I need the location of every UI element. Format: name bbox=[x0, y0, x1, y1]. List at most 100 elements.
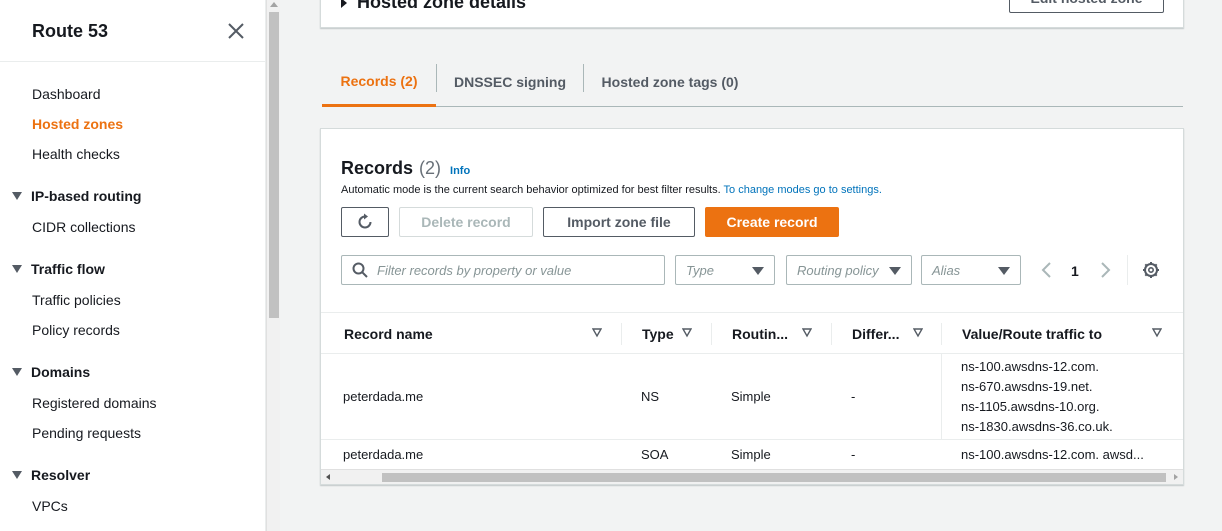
routing-policy-filter-select[interactable]: Routing policy bbox=[786, 255, 912, 285]
value-line: ns-1830.awsdns-36.co.uk. bbox=[961, 419, 1113, 434]
value-cell: ns-100.awsdns-12.com. ns-670.awsdns-19.n… bbox=[961, 357, 1113, 437]
records-title: Records bbox=[341, 158, 414, 178]
sidebar-item-registered-domains[interactable]: Registered domains bbox=[32, 395, 157, 411]
dropdown-arrow-icon bbox=[998, 267, 1010, 275]
sidebar-item-traffic-policies[interactable]: Traffic policies bbox=[32, 292, 121, 308]
current-page-number[interactable]: 1 bbox=[1071, 263, 1079, 279]
sidebar-item-hosted-zones[interactable]: Hosted zones bbox=[32, 116, 123, 132]
hosted-zone-details-toggle[interactable]: Hosted zone details bbox=[341, 0, 526, 13]
sidebar-item-cidr-collections[interactable]: CIDR collections bbox=[32, 219, 135, 235]
scroll-right-icon[interactable] bbox=[1174, 474, 1178, 480]
column-header-record-name[interactable]: Record name bbox=[344, 313, 604, 354]
column-header-value[interactable]: Value/Route traffic to bbox=[962, 313, 1172, 354]
refresh-icon bbox=[358, 213, 372, 229]
sidebar-header: Route 53 bbox=[0, 0, 265, 62]
sidebar-section-label: Resolver bbox=[31, 467, 91, 483]
sort-icon bbox=[592, 328, 602, 338]
search-input[interactable] bbox=[377, 262, 657, 278]
records-description-text: Automatic mode is the current search beh… bbox=[341, 184, 721, 196]
column-label: Record name bbox=[344, 325, 433, 342]
import-zone-file-button[interactable]: Import zone file bbox=[543, 207, 695, 237]
previous-page-icon[interactable] bbox=[1039, 261, 1055, 279]
table-horizontal-scrollbar[interactable] bbox=[321, 469, 1183, 484]
column-divider bbox=[711, 323, 712, 345]
caret-down-icon bbox=[12, 192, 22, 200]
records-description: Automatic mode is the current search beh… bbox=[341, 184, 882, 196]
sidebar-section-domains[interactable]: Domains bbox=[12, 364, 90, 380]
delete-record-button[interactable]: Delete record bbox=[399, 207, 533, 237]
sidebar-item-pending-requests[interactable]: Pending requests bbox=[32, 425, 141, 441]
routing-policy-cell: Simple bbox=[731, 389, 771, 404]
value-line: ns-670.awsdns-19.net. bbox=[961, 379, 1093, 394]
column-header-type[interactable]: Type bbox=[642, 313, 712, 354]
sidebar-title: Route 53 bbox=[32, 21, 109, 41]
sidebar-item-policy-records[interactable]: Policy records bbox=[32, 322, 120, 338]
column-label: Differ... bbox=[852, 325, 900, 342]
sidebar-scrollbar[interactable] bbox=[266, 0, 280, 531]
sidebar-section-resolver[interactable]: Resolver bbox=[12, 467, 90, 483]
sort-icon bbox=[682, 328, 692, 338]
routing-policy-cell: Simple bbox=[731, 447, 771, 462]
record-type-cell: SOA bbox=[641, 447, 669, 462]
column-header-routing-policy[interactable]: Routin... bbox=[732, 313, 832, 354]
value-line: ns-1105.awsdns-10.org. bbox=[961, 399, 1100, 414]
records-count: (2) bbox=[419, 158, 442, 178]
records-search[interactable] bbox=[341, 255, 665, 285]
sidebar-item-dashboard[interactable]: Dashboard bbox=[32, 86, 101, 102]
refresh-button[interactable] bbox=[341, 207, 389, 237]
column-label: Value/Route traffic to bbox=[962, 325, 1103, 342]
tab-records[interactable]: Records (2) bbox=[322, 58, 436, 107]
change-modes-link[interactable]: To change modes go to settings. bbox=[724, 184, 882, 196]
tab-hosted-zone-tags[interactable]: Hosted zone tags (0) bbox=[584, 58, 756, 106]
tab-dnssec-signing[interactable]: DNSSEC signing bbox=[437, 58, 583, 106]
main-content: Hosted zone details Edit hosted zone Rec… bbox=[281, 0, 1222, 531]
column-label: Type bbox=[642, 325, 674, 342]
records-panel: Records (2) Info Automatic mode is the c… bbox=[320, 128, 1184, 485]
scroll-up-icon[interactable] bbox=[270, 2, 278, 7]
sidebar-item-health-checks[interactable]: Health checks bbox=[32, 146, 120, 162]
next-page-icon[interactable] bbox=[1097, 261, 1113, 279]
sidebar-section-ip-based-routing[interactable]: IP-based routing bbox=[12, 188, 141, 204]
caret-down-icon bbox=[12, 368, 22, 376]
routing-policy-filter-value: Routing policy bbox=[797, 262, 879, 278]
dropdown-arrow-icon bbox=[752, 267, 764, 275]
caret-down-icon bbox=[12, 471, 22, 479]
column-divider bbox=[941, 354, 942, 440]
column-label: Routin... bbox=[732, 325, 788, 342]
sort-icon bbox=[913, 328, 923, 338]
edit-hosted-zone-button[interactable]: Edit hosted zone bbox=[1009, 0, 1164, 13]
search-icon bbox=[352, 262, 368, 278]
differentiator-cell: - bbox=[851, 389, 856, 404]
scrollbar-thumb[interactable] bbox=[269, 12, 279, 318]
scrollbar-thumb[interactable] bbox=[382, 473, 1166, 482]
sort-icon bbox=[1152, 328, 1162, 338]
scroll-left-icon[interactable] bbox=[326, 474, 330, 480]
close-icon[interactable] bbox=[226, 21, 246, 41]
sidebar-item-vpcs[interactable]: VPCs bbox=[32, 498, 68, 514]
record-name-cell: peterdada.me bbox=[343, 389, 424, 404]
caret-right-icon bbox=[341, 0, 347, 8]
hosted-zone-details-label: Hosted zone details bbox=[357, 0, 527, 12]
sidebar-section-label: Domains bbox=[31, 364, 91, 380]
side-navigation: Route 53 Dashboard Hosted zones Health c… bbox=[0, 0, 266, 531]
value-line: ns-100.awsdns-12.com. bbox=[961, 359, 1100, 374]
hosted-zone-details-panel: Hosted zone details Edit hosted zone bbox=[320, 0, 1184, 28]
alias-filter-select[interactable]: Alias bbox=[921, 255, 1021, 285]
gear-icon[interactable] bbox=[1142, 261, 1160, 279]
differentiator-cell: - bbox=[851, 447, 856, 462]
table-header: Record name Type Routin... Differ... Val… bbox=[321, 312, 1183, 354]
sidebar-section-traffic-flow[interactable]: Traffic flow bbox=[12, 261, 105, 277]
type-filter-value: Type bbox=[686, 262, 714, 278]
info-link[interactable]: Info bbox=[450, 165, 470, 177]
table-row[interactable]: peterdada.me NS Simple - ns-100.awsdns-1… bbox=[321, 354, 1183, 440]
column-header-differentiator[interactable]: Differ... bbox=[852, 313, 942, 354]
table-row[interactable]: peterdada.me SOA Simple - ns-100.awsdns-… bbox=[321, 441, 1183, 471]
column-divider bbox=[831, 323, 832, 345]
sort-icon bbox=[802, 328, 812, 338]
sidebar-section-label: Traffic flow bbox=[31, 261, 105, 277]
create-record-button[interactable]: Create record bbox=[705, 207, 839, 237]
record-type-cell: NS bbox=[641, 389, 660, 404]
type-filter-select[interactable]: Type bbox=[675, 255, 775, 285]
alias-filter-value: Alias bbox=[932, 262, 961, 278]
column-divider bbox=[621, 323, 622, 345]
